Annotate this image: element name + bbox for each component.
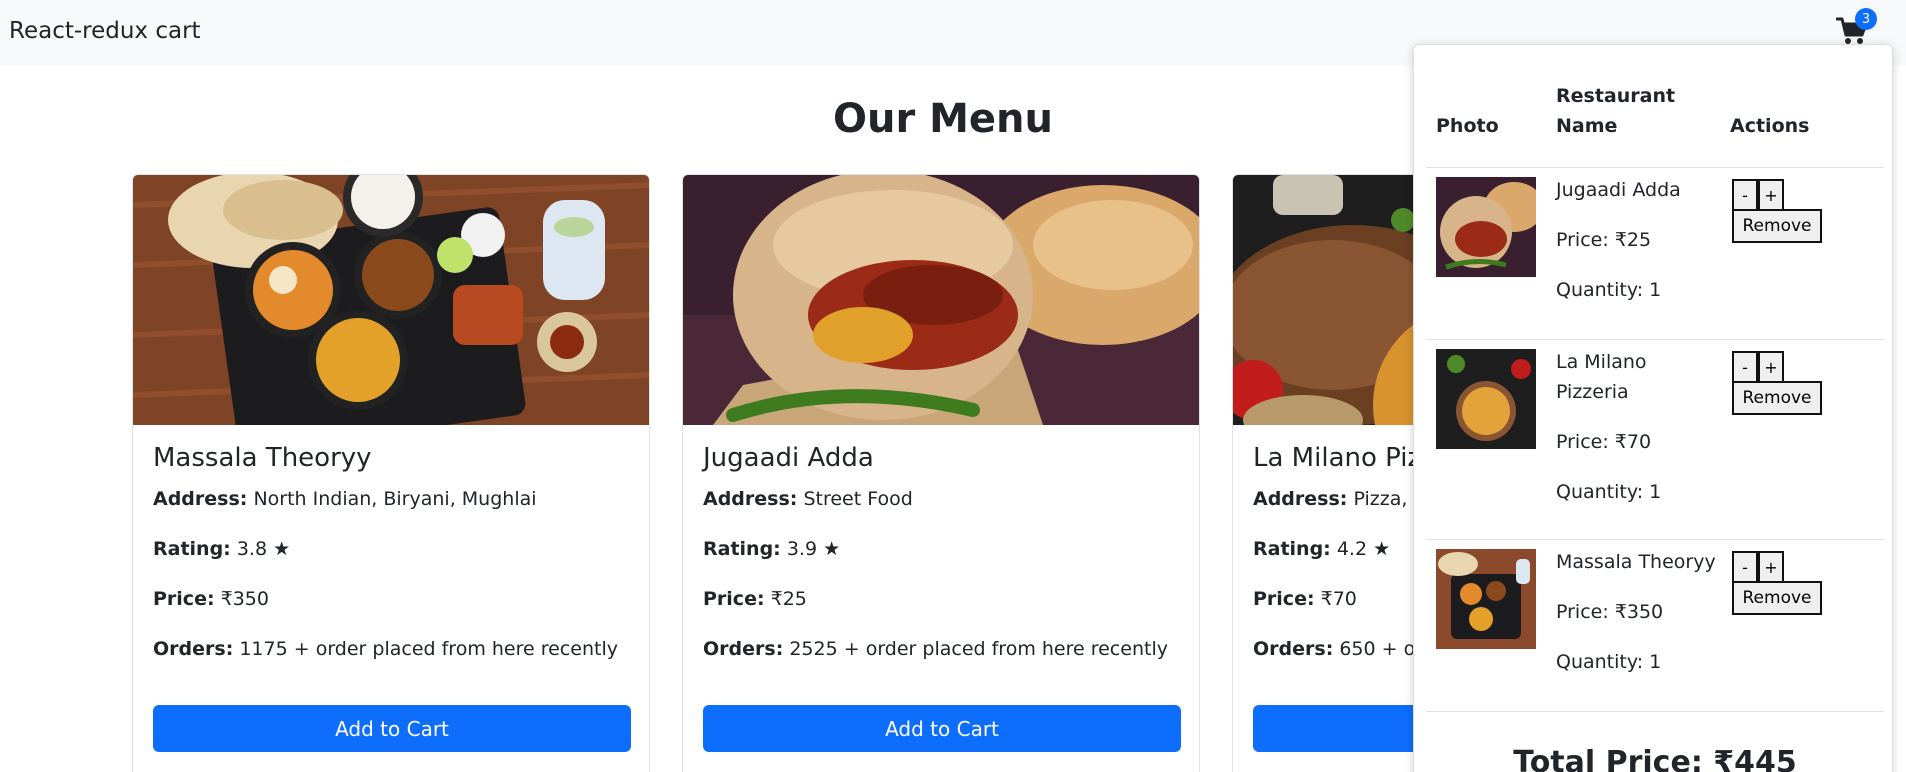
add-to-cart-button[interactable]: Add to Cart [703, 705, 1181, 752]
header-restaurant-line1: Restaurant [1556, 85, 1676, 107]
cart-item-quantity: Quantity: 1 [1556, 279, 1662, 301]
card-body: Massala Theoryy Address: North Indian, B… [153, 443, 631, 687]
header-photo: Photo [1436, 115, 1499, 137]
rating-label: Rating: [1253, 538, 1331, 560]
restaurant-card: Massala Theoryy Address: North Indian, B… [132, 174, 650, 772]
restaurant-rating: Rating: 3.9 ★ [703, 537, 1181, 587]
increase-quantity-button[interactable]: + [1758, 179, 1784, 211]
brand-link[interactable]: React-redux cart [9, 18, 201, 44]
cart-item-price: Price: ₹70 [1556, 431, 1652, 453]
cart-item-price: Price: ₹350 [1556, 601, 1664, 623]
orders-value: 2525 + order placed from here recently [789, 638, 1168, 660]
orders-label: Orders: [703, 638, 784, 660]
cart-item-name: La Milano Pizzeria [1556, 351, 1647, 403]
cart-item-quantity: Quantity: 1 [1556, 651, 1662, 673]
restaurant-price: Price: ₹350 [153, 587, 631, 637]
orders-label: Orders: [153, 638, 234, 660]
rating-label: Rating: [153, 538, 231, 560]
rating-value: 3.9 ★ [786, 538, 841, 560]
cart-item-photo [1436, 349, 1536, 449]
rating-label: Rating: [703, 538, 781, 560]
cart-item-photo [1436, 177, 1536, 277]
restaurant-rating: Rating: 3.8 ★ [153, 537, 631, 587]
decrease-quantity-button[interactable]: - [1732, 551, 1758, 583]
restaurant-orders: Orders: 1175 + order placed from here re… [153, 637, 631, 687]
restaurant-name: Massala Theoryy [153, 443, 372, 473]
cart-total-price: Total Price: ₹445 [1513, 745, 1797, 772]
cart-item-quantity: Quantity: 1 [1556, 481, 1662, 503]
cart-dropdown: Photo Restaurant Name Actions Jugaadi Ad… [1413, 44, 1893, 772]
header-restaurant-line2: Name [1556, 115, 1618, 137]
restaurant-card: Jugaadi Adda Address: Street Food Rating… [682, 174, 1200, 772]
rating-value: 3.8 ★ [236, 538, 291, 560]
restaurant-orders: Orders: 2525 + order placed from here re… [703, 637, 1181, 687]
address-value: Street Food [803, 488, 913, 510]
price-value: ₹25 [770, 588, 807, 610]
address-label: Address: [1253, 488, 1348, 510]
cart-item-row: Jugaadi Adda Price: ₹25 Quantity: 1 - + … [1426, 167, 1884, 340]
restaurant-photo [683, 175, 1199, 425]
orders-label: Orders: [1253, 638, 1334, 660]
cart-item-row: La Milano Pizzeria Price: ₹70 Quantity: … [1426, 339, 1884, 540]
increase-quantity-button[interactable]: + [1758, 551, 1784, 583]
cart-count-badge: 3 [1855, 8, 1877, 30]
cart-item-row: Massala Theoryy Price: ₹350 Quantity: 1 … [1426, 539, 1884, 712]
remove-item-button[interactable]: Remove [1732, 209, 1822, 243]
price-value: ₹70 [1320, 588, 1357, 610]
cart-item-name: Massala Theoryy [1556, 551, 1716, 573]
price-label: Price: [1253, 588, 1315, 610]
decrease-quantity-button[interactable]: - [1732, 179, 1758, 211]
remove-item-button[interactable]: Remove [1732, 381, 1822, 415]
cart-table-header: Photo Restaurant Name Actions [1426, 65, 1884, 168]
restaurant-address: Address: North Indian, Biryani, Mughlai [153, 487, 631, 537]
restaurant-photo [133, 175, 649, 425]
address-label: Address: [153, 488, 248, 510]
increase-quantity-button[interactable]: + [1758, 351, 1784, 383]
remove-item-button[interactable]: Remove [1732, 581, 1822, 615]
app-root: React-redux cart 3 Our Menu Massala Theo… [0, 0, 1906, 772]
orders-value: 1175 + order placed from here recently [239, 638, 618, 660]
price-value: ₹350 [220, 588, 269, 610]
cart-item-price: Price: ₹25 [1556, 229, 1652, 251]
header-actions: Actions [1730, 115, 1810, 137]
cart-item-photo [1436, 549, 1536, 649]
rating-value: 4.2 ★ [1336, 538, 1391, 560]
card-body: Jugaadi Adda Address: Street Food Rating… [703, 443, 1181, 687]
price-label: Price: [703, 588, 765, 610]
address-value: North Indian, Biryani, Mughlai [253, 488, 537, 510]
address-label: Address: [703, 488, 798, 510]
decrease-quantity-button[interactable]: - [1732, 351, 1758, 383]
restaurant-address: Address: Street Food [703, 487, 1181, 537]
restaurant-name: Jugaadi Adda [703, 443, 874, 473]
price-label: Price: [153, 588, 215, 610]
restaurant-price: Price: ₹25 [703, 587, 1181, 637]
cart-item-name: Jugaadi Adda [1556, 179, 1681, 201]
add-to-cart-button[interactable]: Add to Cart [153, 705, 631, 752]
